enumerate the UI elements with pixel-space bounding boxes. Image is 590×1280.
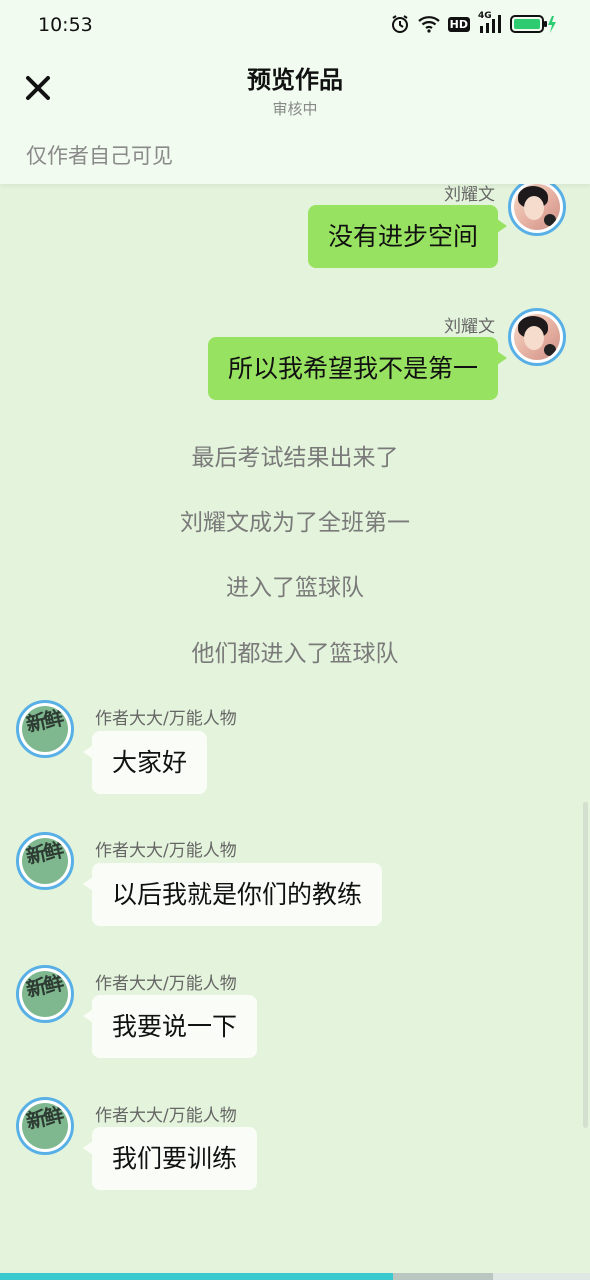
speaker-name: 刘耀文 (444, 185, 495, 205)
avatar[interactable]: 新鲜 (16, 700, 74, 758)
message-bubble[interactable]: 所以我希望我不是第一 (207, 337, 508, 400)
narration-text: 刘耀文成为了全班第一 (180, 510, 410, 536)
message-bubble[interactable]: 以后我就是你们的教练 (82, 863, 383, 926)
avatar-glyph: 新鲜 (23, 1103, 65, 1134)
hd-icon: HD (447, 16, 470, 32)
visibility-note: 仅作者自己可见 (26, 144, 173, 168)
avatar-glyph: 新鲜 (23, 971, 65, 1002)
network-label: 4G (478, 11, 492, 21)
avatar[interactable]: 新鲜 (16, 1097, 74, 1155)
top-bar: 10:53 HD 4G 预览作品 审核中 仅作者自己可见 (0, 0, 590, 184)
scrollbar[interactable] (583, 802, 588, 1128)
message-bubble[interactable]: 大家好 (82, 731, 208, 794)
avatar-glyph: 新鲜 (23, 706, 65, 737)
speaker-name: 作者大大/万能人物 (95, 709, 237, 729)
battery-charging-icon (510, 14, 556, 34)
avatar-glyph: 新鲜 (23, 838, 65, 869)
page-title: 预览作品 (247, 66, 343, 94)
avatar[interactable] (508, 184, 566, 236)
avatar[interactable]: 新鲜 (16, 832, 74, 890)
avatar[interactable] (508, 308, 566, 366)
reading-progress-bar (0, 1273, 590, 1280)
narration-text: 进入了篮球队 (226, 575, 364, 601)
status-icons: HD 4G (390, 11, 556, 34)
message-bubble[interactable]: 我们要训练 (82, 1127, 258, 1190)
reading-progress-remainder (393, 1273, 493, 1280)
message-bubble[interactable]: 我要说一下 (82, 995, 258, 1058)
narration-text: 最后考试结果出来了 (191, 445, 399, 471)
avatar[interactable]: 新鲜 (16, 965, 74, 1023)
speaker-name: 刘耀文 (444, 317, 495, 337)
alarm-icon (390, 14, 410, 34)
review-status: 审核中 (272, 100, 318, 118)
wifi-icon (417, 15, 440, 33)
signal-4g-icon: 4G (478, 11, 502, 34)
status-time: 10:53 (38, 14, 93, 36)
speaker-name: 作者大大/万能人物 (95, 841, 237, 861)
speaker-name: 作者大大/万能人物 (95, 1106, 237, 1126)
message-bubble[interactable]: 没有进步空间 (307, 205, 508, 268)
reading-progress-fill (0, 1273, 393, 1280)
chat-area[interactable]: 刘耀文 没有进步空间 刘耀文 所以我希望我不是第一 最后考试结果出来了 刘耀文成… (0, 184, 590, 1280)
speaker-name: 作者大大/万能人物 (95, 974, 237, 994)
narration-text: 他们都进入了篮球队 (191, 641, 399, 667)
